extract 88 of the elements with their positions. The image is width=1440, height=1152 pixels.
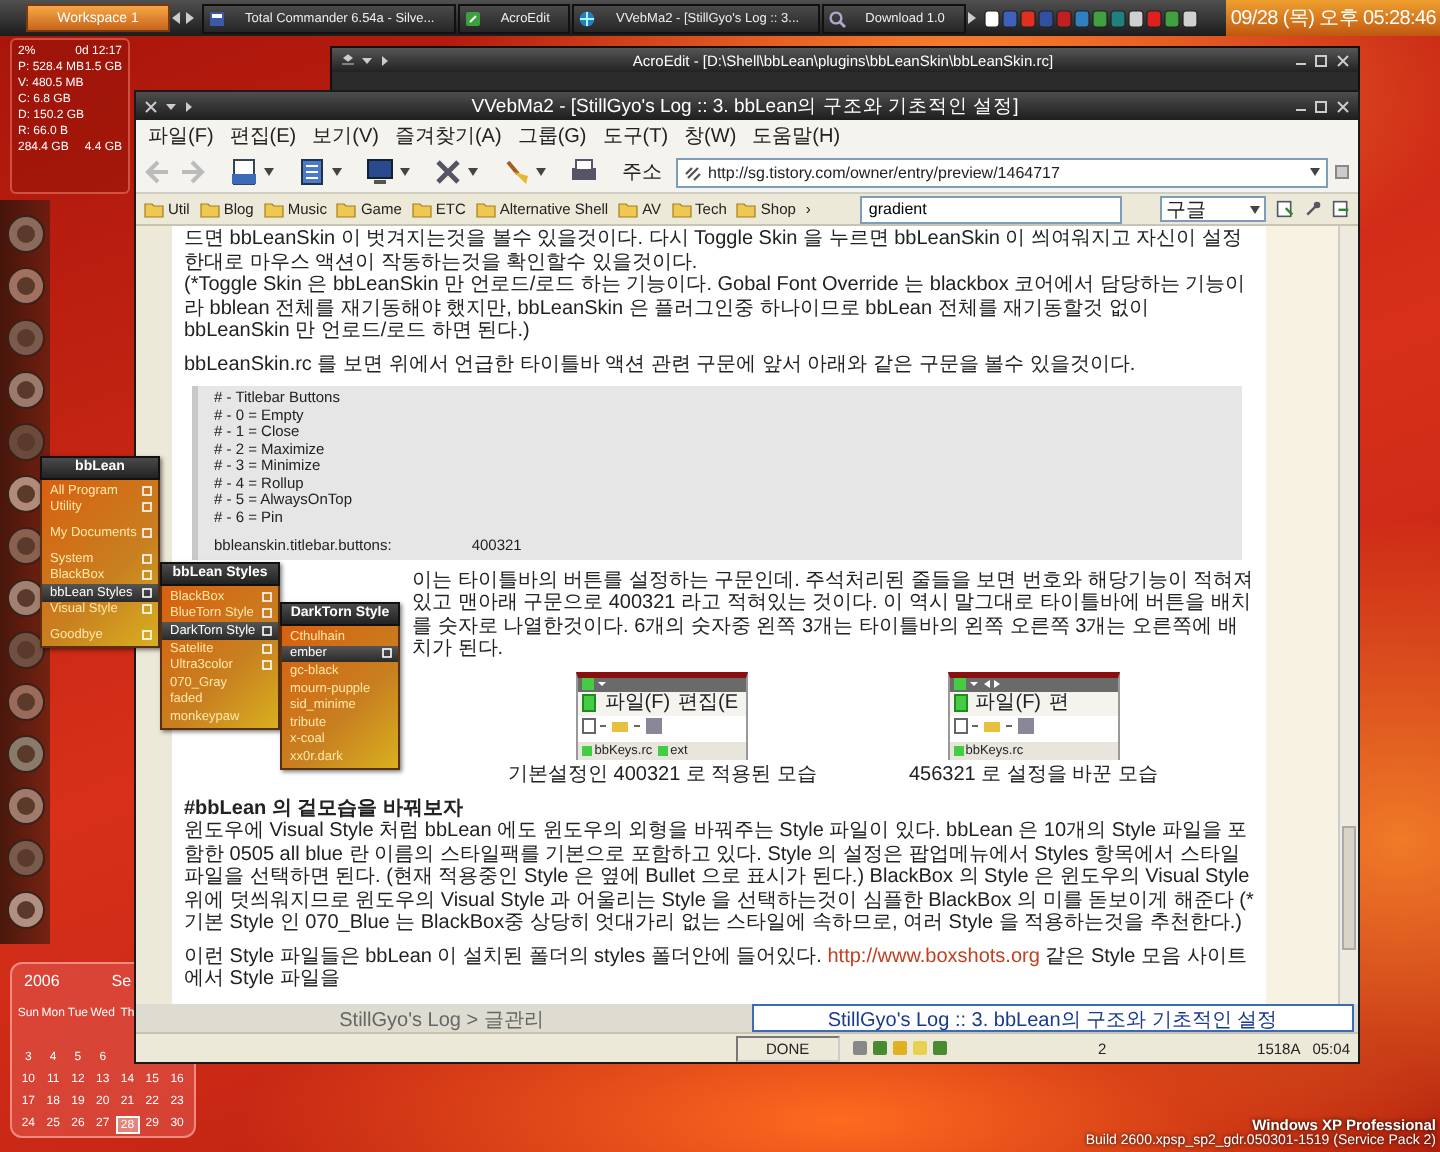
page-icon[interactable] (230, 158, 258, 186)
window-title: VVebMa2 - [StillGyo's Log :: 3. bbLean의 구조와 기초적인 설정] (469, 93, 1021, 119)
folder-icon (475, 200, 496, 218)
app-icon[interactable] (5, 786, 45, 826)
floppy-icon (208, 9, 226, 27)
menu-item[interactable]: 도움말(H) (752, 122, 841, 150)
submenu-icon (142, 527, 152, 538)
printer-icon[interactable] (570, 158, 598, 186)
toolbar-drawing (953, 717, 1036, 733)
folder-icon (671, 200, 692, 218)
clock: 09/28 (목) 오후 05:28:46 (1226, 0, 1440, 36)
address-field[interactable]: http://sg.tistory.com/owner/entry/preview/1464717 (676, 157, 1328, 187)
app-icon[interactable] (5, 838, 45, 878)
window-buttons-icon[interactable] (1294, 99, 1350, 113)
globe-icon (578, 9, 597, 27)
paragraph: 드면 bbLeanSkin 이 벗겨지는것을 볼수 있을것이다. 다시 Toggle Skin 을 누르면 bbLeanSkin 이 씌여워지고 자신이 설정한대로 마우스 액션이 작동하는것을 확인할수 있을것이다. (184, 228, 1245, 274)
menu-item[interactable]: 파일(F) (148, 122, 214, 150)
caret-icon[interactable] (264, 168, 274, 176)
search-engine-dropdown[interactable]: 구글 (1159, 196, 1267, 222)
tab[interactable]: StillGyo's Log :: 3. bbLean의 구조와 기초적인 설정 (751, 1004, 1354, 1032)
title-buttons-icon (582, 678, 607, 690)
figure-caption: 456321 로 설정을 바꾼 모습 (909, 764, 1158, 787)
folder-icon (263, 200, 284, 218)
document-icon (953, 694, 968, 712)
address-label: 주소 (622, 160, 662, 186)
app-icon[interactable] (5, 682, 45, 722)
app-icon[interactable] (5, 318, 45, 358)
notepad-icon[interactable] (298, 158, 326, 186)
app-icon[interactable] (5, 370, 45, 410)
caret-icon[interactable] (1310, 168, 1320, 176)
submenu-icon (142, 629, 152, 640)
year-label: 2006 (24, 972, 60, 990)
paragraph: 이는 타이틀바의 버튼를 설정하는 구문인데. 주석처리된 줄들을 보면 번호와 해당기능이 적혀져 있고 맨아래 구문으로 400321 라고 적혀있는 것이다. 이 역시 말그대로 타이틀바에 버튼을 배치를 숫자로 나열한것이다. 6개의 숫자중 왼쪽 3개는 타이틀바의 왼쪽 오른쪽 3개는 오른쪽에 배치가 된다. (412, 569, 1254, 661)
scrollbar[interactable] (1338, 226, 1358, 1004)
caret-icon[interactable] (468, 168, 478, 176)
app-icon[interactable] (5, 734, 45, 774)
monitor-icon[interactable] (366, 158, 394, 186)
menu-item[interactable]: 편집(E) (229, 122, 297, 150)
caret-icon[interactable] (1250, 205, 1261, 213)
app-icon[interactable] (5, 266, 45, 306)
folder-icon (736, 200, 757, 218)
caret-icon[interactable] (400, 168, 410, 176)
search-icon (828, 9, 847, 27)
menu-item[interactable]: 창(W) (684, 122, 737, 150)
window-controls-icon[interactable] (340, 53, 392, 67)
paragraph: bbLeanSkin.rc 를 보면 위에서 언급한 타이틀바 액션 관련 구문에 앞서 아래와 같은 구문을 볼수 있을것이다. (184, 353, 1138, 376)
pen-icon (463, 9, 482, 27)
scrollbar-thumb[interactable] (1342, 826, 1356, 950)
link[interactable]: http://www.boxshots.org (827, 945, 1040, 967)
caret-icon[interactable] (332, 168, 342, 176)
caret-icon[interactable] (536, 168, 546, 176)
search-field[interactable]: gradient (860, 195, 1122, 223)
section-heading: #bbLean 의 겉모습을 바꿔보자 (184, 797, 465, 820)
figure-caption: 기본설정인 400321 로 적용된 모습 (508, 764, 817, 787)
file-icon (582, 746, 593, 756)
broom-icon[interactable] (502, 158, 530, 186)
folder-icon (411, 200, 432, 218)
file-icon (658, 746, 669, 756)
month-label: Se (111, 972, 132, 990)
menu-item[interactable]: 그룹(G) (517, 122, 587, 150)
link-icon (684, 163, 702, 181)
file-icon (953, 746, 964, 756)
paragraph: 이런 Style 파일들은 bbLean 이 설치된 폴더의 styles 폴더안에 들어있다. http://www.boxshots.org 같은 Style 모음 사이트에서 Style 파일을 (184, 945, 1249, 991)
menu-item[interactable]: 보기(V) (312, 122, 379, 150)
folder-icon (618, 200, 639, 218)
go-icon[interactable] (1334, 164, 1350, 180)
search-page-icon[interactable] (1276, 198, 1295, 220)
toolbar-drawing (582, 717, 665, 733)
folder-icon (144, 200, 164, 218)
window-controls-icon[interactable] (144, 99, 196, 113)
folder-icon (336, 200, 357, 218)
submenu-icon (382, 648, 392, 659)
app-icon[interactable] (5, 890, 45, 930)
arrows-icon[interactable] (170, 10, 196, 26)
tab[interactable]: StillGyo's Log > 글관리 (140, 1004, 743, 1032)
document-icon (582, 694, 597, 712)
tools-icon[interactable] (434, 158, 462, 186)
window-buttons-icon[interactable] (1294, 53, 1350, 67)
paragraph: (*Toggle Skin 은 bbLeanSkin 만 언로드/로드 하는 기능이다. Gobal Font Override 는 blackbox 코어에서 담당하는 기능이라 bblean 전체를 재기동해야 했지만, bbLeanSkin 은 플러그인중 하나이므로 bbLean 전체를 재기동할것 없이 bbLeanSkin 만 언로드/로드 하면 된다.) (184, 274, 1248, 343)
menu-item[interactable]: 즐겨찾기(A) (394, 122, 502, 150)
app-icon[interactable] (5, 630, 45, 670)
arrow-icon[interactable] (966, 10, 978, 26)
app-icon[interactable] (5, 214, 45, 254)
paragraph: 윈도우에 Visual Style 처럼 bbLean 에도 윈도우의 외형을 바꿔주는 Style 파일이 있다. bbLean 은 10개의 Style 파일을 포함한 0505 all blue 란 이름의 스타일팩를 기본으로 포함하고 있다. Style 의 설정은 팝업메뉴에서 Styles 항목에서 스타일 파일을 선택하면 된다. (현재 적용중인 Style 은 옆에 Bullet 으로 표시가 된다.) BlackBox 의 Style 은 윈도우의 Visual Style 위에 덧씌워지므로 윈도우의 Visual Style 과 어울리는 Style 을 선택하는것이 심플한 BlackBox 의 미를 돋보이게 해준다 (* 기본 Style 인 070_Blue 는 BlackBox중 상당히 엇대가리 없는 스타일에 속하므로, 여러 Style 을 적용하는것을 추천한다.) (184, 820, 1254, 935)
folder-icon (199, 200, 220, 218)
title-buttons-icon (953, 678, 1000, 690)
pin-icon[interactable] (1304, 198, 1323, 220)
menu-item[interactable]: 도구(T) (602, 122, 669, 150)
